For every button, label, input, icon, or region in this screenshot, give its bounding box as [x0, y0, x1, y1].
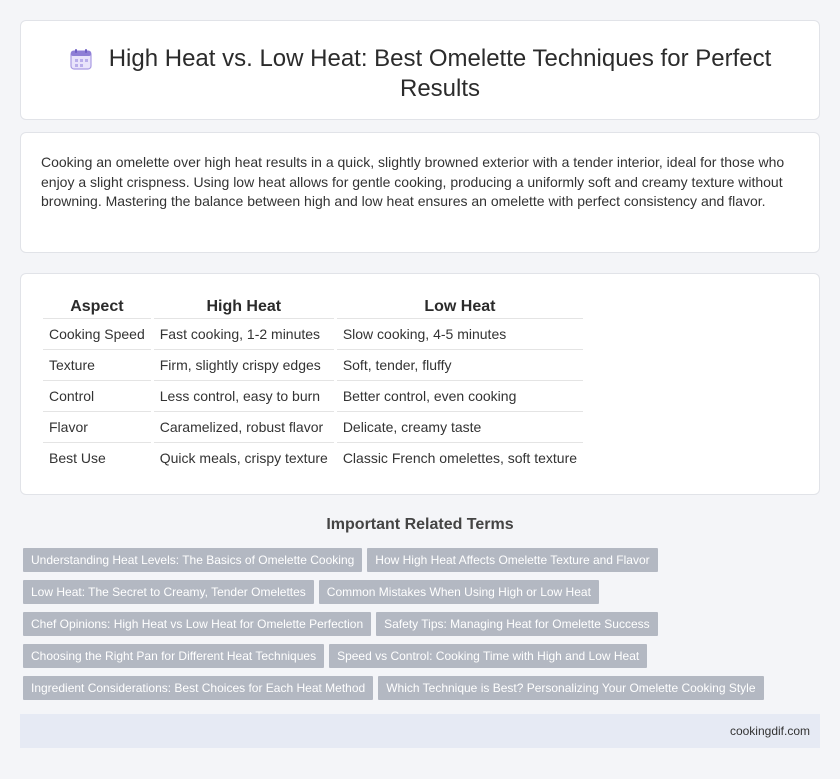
comparison-card: Aspect High Heat Low Heat Cooking Speed …: [20, 273, 820, 495]
intro-paragraph: Cooking an omelette over high heat resul…: [41, 154, 785, 209]
table-cell: Caramelized, robust flavor: [150, 411, 336, 443]
related-terms-list: Understanding Heat Levels: The Basics of…: [23, 548, 823, 708]
table-cell: Control: [43, 380, 153, 412]
table-cell: Classic French omelettes, soft texture: [333, 442, 584, 474]
title-card: High Heat vs. Low Heat: Best Omelette Te…: [20, 20, 820, 120]
related-term-tag[interactable]: Low Heat: The Secret to Creamy, Tender O…: [23, 580, 314, 604]
column-header-low-heat: Low Heat: [333, 294, 584, 319]
table-header-row: Aspect High Heat Low Heat: [43, 294, 584, 319]
table-row: Cooking Speed Fast cooking, 1-2 minutes …: [43, 318, 584, 350]
related-term-tag[interactable]: Understanding Heat Levels: The Basics of…: [23, 548, 363, 572]
related-term-tag[interactable]: Ingredient Considerations: Best Choices …: [23, 676, 374, 700]
related-term-tag[interactable]: Speed vs Control: Cooking Time with High…: [329, 644, 648, 668]
table-cell: Fast cooking, 1-2 minutes: [150, 318, 336, 350]
column-header-high-heat: High Heat: [150, 294, 336, 319]
table-cell: Cooking Speed: [43, 318, 153, 350]
footer: cookingdif.com: [20, 714, 820, 748]
related-term-tag[interactable]: How High Heat Affects Omelette Texture a…: [367, 548, 658, 572]
footer-site-link[interactable]: cookingdif.com: [730, 724, 810, 738]
column-header-aspect: Aspect: [43, 294, 153, 319]
table-cell: Firm, slightly crispy edges: [150, 349, 336, 381]
related-term-tag[interactable]: Common Mistakes When Using High or Low H…: [318, 580, 599, 604]
related-term-tag[interactable]: Choosing the Right Pan for Different Hea…: [23, 644, 325, 668]
table-row: Control Less control, easy to burn Bette…: [43, 380, 584, 412]
related-terms-heading: Important Related Terms: [326, 516, 514, 533]
table-cell: Delicate, creamy taste: [333, 411, 584, 443]
page-title: High Heat vs. Low Heat: Best Omelette Te…: [108, 45, 772, 102]
comparison-table: Aspect High Heat Low Heat Cooking Speed …: [43, 294, 584, 474]
table-cell: Slow cooking, 4-5 minutes: [333, 318, 584, 350]
intro-card: Cooking an omelette over high heat resul…: [20, 132, 820, 253]
related-term-tag[interactable]: Which Technique is Best? Personalizing Y…: [378, 676, 764, 700]
table-cell: Less control, easy to burn: [150, 380, 336, 412]
table-cell: Soft, tender, fluffy: [333, 349, 584, 381]
table-row: Texture Firm, slightly crispy edges Soft…: [43, 349, 584, 381]
related-term-tag[interactable]: Safety Tips: Managing Heat for Omelette …: [376, 612, 658, 636]
table-cell: Quick meals, crispy texture: [150, 442, 336, 474]
related-term-tag[interactable]: Chef Opinions: High Heat vs Low Heat for…: [23, 612, 372, 636]
table-row: Flavor Caramelized, robust flavor Delica…: [43, 411, 584, 443]
table-cell: Flavor: [43, 411, 153, 443]
table-cell: Best Use: [49, 450, 106, 467]
table-cell: Better control, even cooking: [333, 380, 584, 412]
table-row: Best Use Quick meals, crispy texture Cla…: [43, 442, 584, 474]
table-cell: Texture: [43, 349, 153, 381]
